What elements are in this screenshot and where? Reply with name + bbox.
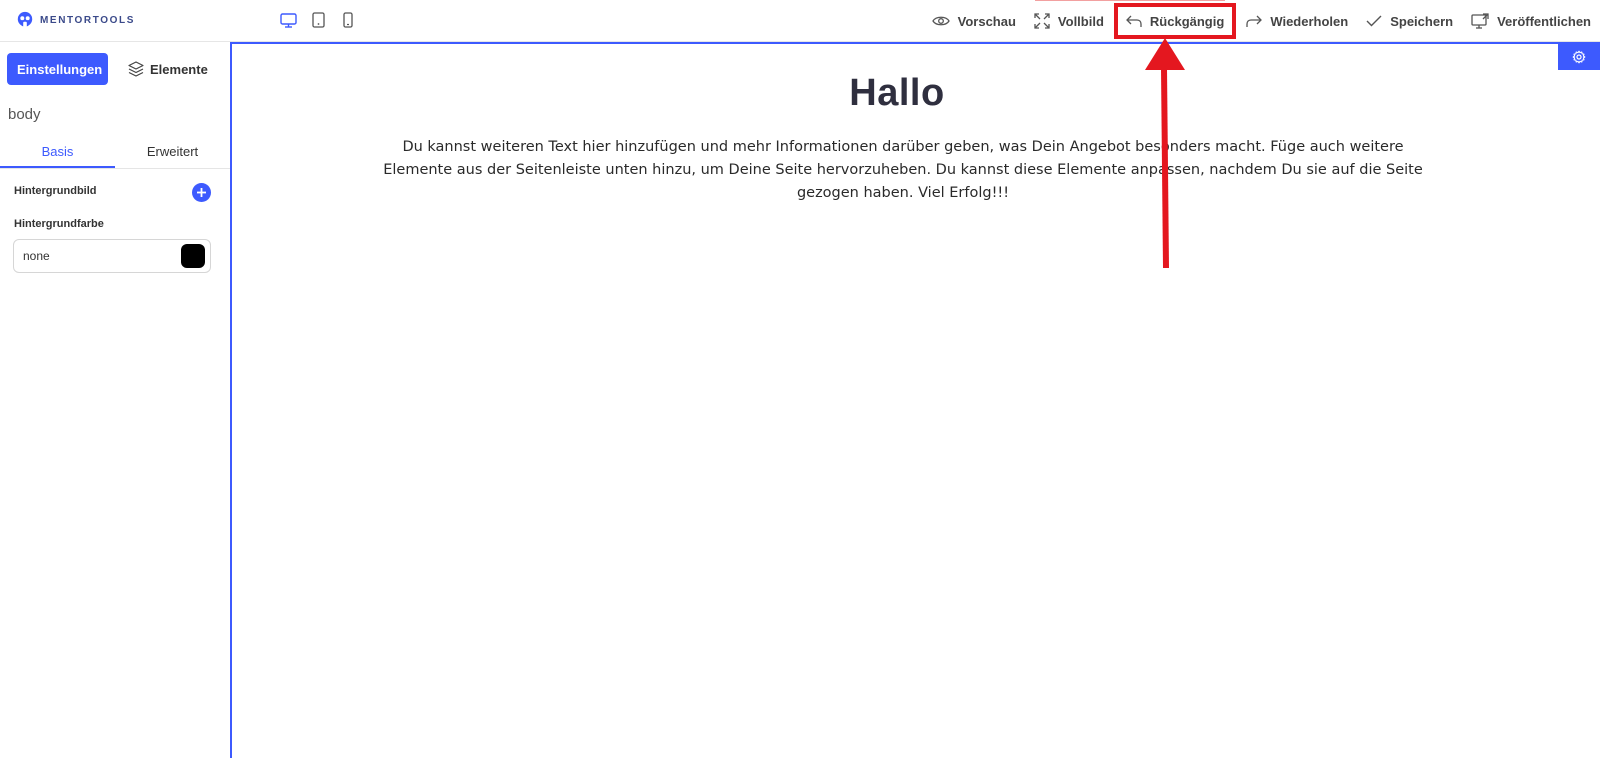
sidebar-subtabs: Basis Erweitert [0,139,230,169]
subtab-advanced[interactable]: Erweitert [115,139,230,168]
page-canvas[interactable]: Hallo Du kannst weiteren Text hier hinzu… [232,42,1600,758]
tab-elements[interactable]: Elemente [122,53,214,85]
background-color-label: Hintergrundfarbe [14,218,104,230]
background-color-field [13,239,211,273]
undo-label: Rückgängig [1149,13,1225,29]
tab-elements-label: Elemente [150,61,208,77]
redo-button[interactable]: Wiederholen [1237,5,1357,37]
gear-icon [1572,50,1586,64]
toolbar-actions: Vorschau Vollbild Rückgängig Wiederholen [923,0,1600,42]
canvas-settings-button[interactable] [1558,44,1600,70]
sidebar-tabs: Einstellungen Elemente [7,53,214,85]
color-swatch[interactable] [181,244,205,268]
selected-element-name: body [8,106,41,123]
preview-button[interactable]: Vorschau [923,5,1025,37]
save-button[interactable]: Speichern [1357,5,1462,37]
redo-icon [1246,15,1263,27]
device-switcher [279,11,357,29]
background-image-label: Hintergrundbild [14,185,97,197]
brand-logo[interactable]: MENTORTOOLS [16,10,135,30]
preview-label: Vorschau [957,13,1016,29]
publish-monitor-icon [1471,13,1489,29]
brand-name: MENTORTOOLS [40,14,136,26]
layers-icon [128,61,144,77]
redo-label: Wiederholen [1270,13,1349,29]
tab-settings[interactable]: Einstellungen [7,53,108,85]
undo-button[interactable]: Rückgängig [1113,3,1237,39]
desktop-view-button[interactable] [279,11,297,29]
tablet-view-button[interactable] [309,11,327,29]
plus-icon [197,188,206,197]
checkmark-icon [1366,15,1382,27]
tablet-icon [311,12,325,28]
desktop-icon [279,12,297,28]
settings-sidebar: Einstellungen Elemente body Basis Erweit… [0,42,232,758]
undo-icon [1125,15,1142,27]
publish-label: Veröffentlichen [1497,13,1591,29]
add-background-image-button[interactable] [192,183,211,202]
page-paragraph[interactable]: Du kannst weiteren Text hier hinzufügen … [370,136,1436,205]
eye-icon [931,16,950,26]
mobile-icon [343,12,353,28]
fullscreen-label: Vollbild [1057,13,1104,29]
tab-settings-label: Einstellungen [17,61,103,77]
publish-button[interactable]: Veröffentlichen [1462,5,1600,37]
mentortools-logo-icon [17,11,33,28]
save-label: Speichern [1390,13,1454,29]
mobile-view-button[interactable] [339,11,357,29]
subtab-basic[interactable]: Basis [0,139,115,168]
page-headline[interactable]: Hallo [232,72,1562,115]
fullscreen-button[interactable]: Vollbild [1025,5,1113,37]
top-toolbar: MENTORTOOLS Vorschau Vollbild Rückgängig… [0,0,1600,42]
background-color-input[interactable] [23,249,173,263]
fullscreen-icon [1034,13,1050,29]
